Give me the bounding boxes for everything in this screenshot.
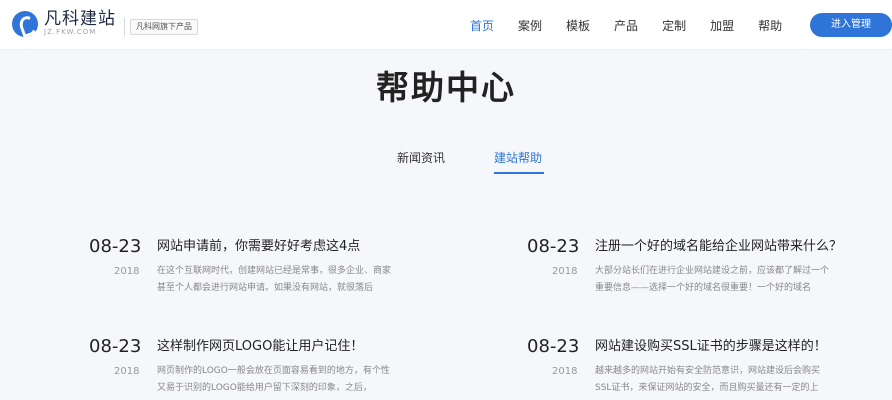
article-summary: 网页制作的LOGO一般会放在页面容易看到的地方，有个性又易于识别的LOGO能给用… (157, 366, 390, 393)
nav-item-help[interactable]: 帮助 (758, 17, 782, 34)
article-date: 08-23 2018 (89, 335, 149, 379)
article-title[interactable]: 网站建设购买SSL证书的步骤是这样的！ (595, 337, 827, 357)
enter-admin-button[interactable]: 进入管理 (810, 13, 892, 37)
article-year: 2018 (114, 266, 140, 277)
active-tab-underline (494, 172, 544, 174)
article-day: 08-23 (89, 236, 142, 257)
article-day: 08-23 (89, 336, 142, 357)
logo-title: 凡科建站 (44, 9, 116, 29)
article-date: 08-23 2018 (527, 235, 587, 279)
article-item[interactable]: 08-23 2018 网站申请前，你需要好好考虑这4点 在这个互联网时代，创建网… (89, 235, 409, 315)
article-item[interactable]: 08-23 2018 注册一个好的域名能给企业网站带来什么？ 大部分站长们在进行… (527, 235, 847, 315)
nav-item-home[interactable]: 首页 (470, 17, 494, 34)
logo-icon (12, 10, 38, 37)
article-item[interactable]: 08-23 2018 网站建设购买SSL证书的步骤是这样的！ 越来越多的网站开始… (527, 335, 847, 400)
article-summary: 在这个互联网时代，创建网站已经是常事，很多企业、商家甚至个人都会进行网站申请。如… (157, 266, 392, 293)
article-summary: 越来越多的网站开始有安全防范意识，网站建设后会购买SSL证书，来保证网站的安全，… (595, 366, 821, 393)
site-logo[interactable]: 凡科建站 JZ.FKW.COM (12, 10, 116, 37)
article-summary: 大部分站长们在进行企业网站建设之前，应该都了解过一个重要信息——选择一个好的域名… (595, 266, 830, 293)
article-date: 08-23 2018 (89, 235, 149, 279)
logo-tag: 凡科网旗下产品 (130, 19, 198, 35)
logo-divider (124, 18, 125, 36)
nav-item-franchise[interactable]: 加盟 (710, 17, 734, 34)
article-item[interactable]: 08-23 2018 这样制作网页LOGO能让用户记住！ 网页制作的LOGO一般… (89, 335, 409, 400)
logo-subtitle: JZ.FKW.COM (44, 28, 97, 36)
nav-item-cases[interactable]: 案例 (518, 17, 542, 34)
page-title: 帮助中心 (376, 68, 516, 107)
nav-item-templates[interactable]: 模板 (566, 17, 590, 34)
nav-item-custom[interactable]: 定制 (662, 17, 686, 34)
logo-text: 凡科建站 JZ.FKW.COM (44, 10, 116, 37)
article-date: 08-23 2018 (527, 335, 587, 379)
article-title[interactable]: 注册一个好的域名能给企业网站带来什么？ (595, 237, 842, 257)
tab-build-help[interactable]: 建站帮助 (494, 148, 542, 168)
site-header: 凡科建站 JZ.FKW.COM 凡科网旗下产品 首页 案例 模板 产品 定制 加… (0, 0, 892, 50)
article-year: 2018 (552, 266, 578, 277)
article-year: 2018 (552, 366, 578, 377)
tab-news[interactable]: 新闻资讯 (397, 148, 445, 168)
article-title[interactable]: 网站申请前，你需要好好考虑这4点 (157, 237, 360, 257)
main-nav: 首页 案例 模板 产品 定制 加盟 帮助 (470, 0, 806, 50)
article-day: 08-23 (527, 336, 580, 357)
article-year: 2018 (114, 366, 140, 377)
article-day: 08-23 (527, 236, 580, 257)
category-tabs: 新闻资讯 建站帮助 (0, 148, 892, 176)
article-title[interactable]: 这样制作网页LOGO能让用户记住！ (157, 337, 363, 357)
nav-item-products[interactable]: 产品 (614, 17, 638, 34)
